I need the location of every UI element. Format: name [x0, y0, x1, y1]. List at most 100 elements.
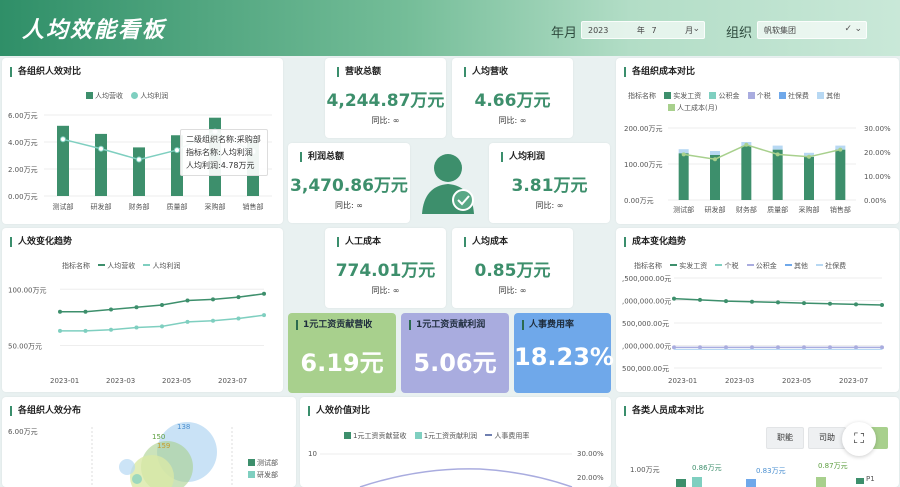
line-point [236, 316, 241, 321]
bar-stack [710, 151, 720, 155]
bar [133, 147, 145, 196]
org-filter-label: 组织 [726, 26, 753, 41]
line-point [807, 154, 811, 159]
y-tick-label: 0.00万元 [624, 197, 654, 205]
y-tick-label: 100.00万元 [624, 161, 663, 169]
kpi-avg-cost-card: 人均成本 0.85万元 同比: ∞ [452, 228, 573, 308]
y-tick-label: 4.00万元 [8, 139, 38, 147]
bar [692, 477, 702, 487]
bar [741, 146, 752, 200]
line-point [83, 309, 88, 314]
kpi-value: 0.85万元 [474, 261, 551, 281]
x-tick-label: 2023-03 [106, 377, 135, 385]
fullscreen-scan-button[interactable]: ⛶ [842, 422, 876, 456]
header-bar: 人均效能看板 年月 2023 年 7 月 ⌄ 组织 帆软集团 ✓ ⌄ [0, 0, 900, 56]
kpi-yoy: 同比: ∞ [498, 286, 527, 295]
bar-stack [772, 145, 783, 150]
y-tick-label: 0.00万元 [8, 193, 38, 201]
y2-tick-label: 0.00% [864, 197, 887, 205]
person-avatar-icon [418, 148, 482, 218]
y-tick-label: 500,000.00元 [622, 320, 669, 328]
line-point [744, 142, 749, 147]
bar [816, 477, 826, 487]
kpi-title: 利润总额 [300, 152, 344, 162]
x-tick-label: 2023-01 [668, 377, 697, 385]
line-point [838, 147, 843, 152]
line-point [262, 313, 266, 318]
line-point [134, 305, 139, 310]
kpi-avg-profit-card: 人均利润 3.81万元 同比: ∞ [489, 143, 610, 223]
card-value: 5.06元 [413, 349, 497, 377]
x-tick-label: 2023-03 [725, 377, 754, 385]
line-point [775, 152, 780, 157]
y-tick-label: 200.00万元 [624, 125, 663, 133]
line-point [880, 303, 884, 307]
bar [95, 133, 107, 196]
chevron-down-icon: ⌄ [854, 24, 862, 34]
y-tick-label: ,000,000.00元 [622, 298, 671, 306]
tooltip-line: 人均利润:4.78万元 [186, 161, 255, 170]
kpi-yoy: 同比: ∞ [371, 116, 400, 125]
y-tick-label: 6.00万元 [8, 112, 38, 120]
year-suffix: 年 [636, 26, 645, 35]
bubble-label: 138 [177, 423, 191, 431]
line-point [828, 301, 832, 306]
rev-per-wage-card: 1元工资贡献营收 6.19元 [288, 313, 396, 393]
kpi-value: 3,470.86万元 [290, 176, 408, 196]
kpi-value: 4.66万元 [474, 91, 551, 111]
bar [678, 153, 689, 200]
cost-trend-panel: 成本变化趋势 指标名称 实发工资 个税 公积金 其他 社保费 ,500,000.… [616, 228, 899, 392]
efficiency-trend-chart: 100.00万元 50.00万元 2023-01 2023-03 2023-05 2023… [8, 286, 266, 385]
line-point [776, 300, 780, 305]
kpi-profit-card: 利润总额 3,470.86万元 同比: ∞ [288, 143, 410, 223]
bubble [132, 474, 142, 484]
x-tick-label: 销售部 [830, 205, 851, 214]
cost-trend-chart: ,500,000.00元 ,000,000.00元 500,000.00元 ,000,… [622, 275, 884, 385]
rate-line [359, 468, 573, 487]
line-point [211, 297, 215, 302]
card-title: 人事费用率 [522, 320, 574, 330]
line-point [98, 145, 104, 152]
line-point [109, 307, 113, 312]
x-tick-label: 采购部 [205, 202, 226, 211]
dashboard: 人均效能看板 年月 2023 年 7 月 ⌄ 组织 帆软集团 ✓ ⌄ 各组织人效… [0, 0, 900, 487]
y-tick-label: ,500,000.00元 [622, 275, 671, 283]
x-tick-label: 采购部 [799, 205, 820, 214]
legend-item[interactable]: 测试部 [248, 458, 278, 468]
line-point [802, 301, 806, 306]
x-tick-label: 2023-07 [839, 377, 868, 385]
line-point [724, 299, 728, 304]
kpi-revenue-card: 营收总额 4,244.87万元 同比: ∞ [325, 58, 446, 138]
month-filter-label: 年月 [551, 26, 578, 41]
kpi-value: 774.01万元 [335, 261, 436, 281]
kpi-value: 3.81万元 [511, 176, 588, 196]
bubble-label: 150 [152, 433, 166, 441]
kpi-title: 人均营收 [464, 67, 508, 77]
month-value: 7 [651, 26, 657, 35]
year-value: 2023 [588, 26, 609, 35]
x-tick-label: 财务部 [736, 205, 757, 214]
line-point [160, 324, 164, 329]
trend-line [60, 293, 265, 313]
x-tick-label: 研发部 [705, 205, 726, 214]
x-tick-label: 2023-05 [782, 377, 811, 385]
value-compare-chart [320, 453, 573, 487]
y2-tick-label: 20.00% [864, 149, 891, 157]
x-tick-label: 2023-01 [50, 377, 79, 385]
line-point [185, 298, 190, 303]
line-point [750, 299, 754, 304]
kpi-title: 人均利润 [501, 152, 545, 162]
legend-item[interactable]: 研发部 [248, 470, 278, 480]
month-select[interactable]: 2023 年 7 月 ⌄ [581, 21, 705, 39]
line-point [134, 325, 139, 330]
org-select[interactable]: 帆软集团 ✓ ⌄ [757, 21, 867, 39]
line-point [262, 291, 266, 296]
kpi-title: 人均成本 [464, 237, 508, 247]
line-point [713, 157, 717, 162]
y-tick-label: 2.00万元 [8, 166, 38, 174]
line-point [136, 156, 142, 163]
y2-tick-label: 30.00% [864, 125, 891, 133]
bar [772, 149, 783, 200]
line-point [160, 303, 164, 307]
hr-cost-rate-card: 人事费用率 18.23% [514, 313, 614, 393]
